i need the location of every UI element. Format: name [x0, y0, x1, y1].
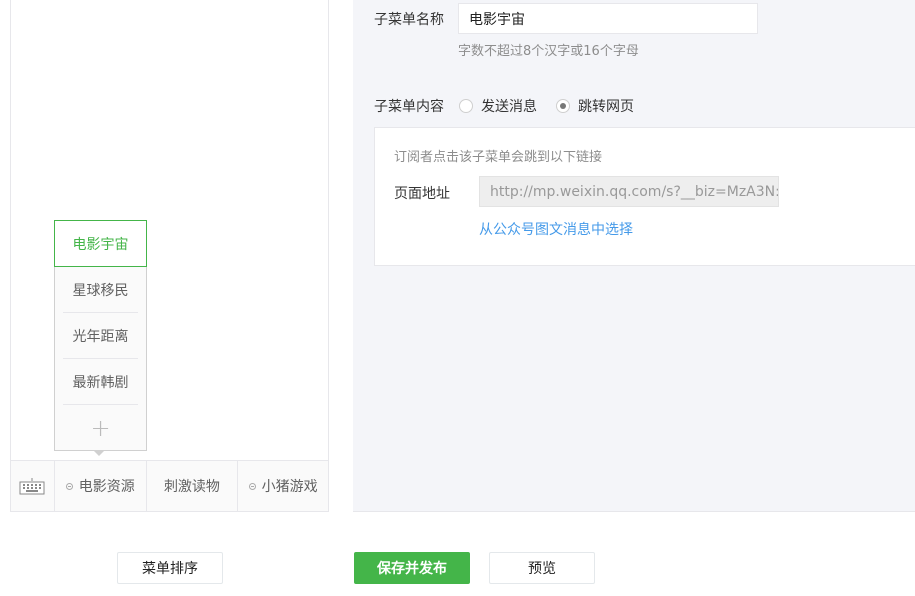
content-label: 子菜单内容: [374, 99, 444, 115]
submenu-item[interactable]: 星球移民: [63, 267, 138, 313]
keyboard-icon: [19, 478, 45, 495]
jump-description: 订阅者点击该子菜单会跳到以下链接: [394, 150, 603, 165]
page-url-input[interactable]: [479, 176, 779, 207]
menu-bar: 电影资源 刺激读物 小猪游戏: [10, 460, 329, 512]
name-label: 子菜单名称: [374, 12, 444, 28]
submenu-item[interactable]: 光年距离: [63, 313, 138, 359]
radio-icon: [459, 99, 473, 113]
submenu-indicator-icon: [248, 482, 256, 490]
radio-jump-page[interactable]: 跳转网页: [556, 96, 634, 116]
choose-article-link[interactable]: 从公众号图文消息中选择: [479, 219, 633, 239]
url-label: 页面地址: [394, 186, 450, 202]
radio-label: 跳转网页: [578, 99, 634, 115]
submenu-item[interactable]: 电影宇宙: [54, 220, 147, 267]
add-submenu-button[interactable]: +: [63, 405, 138, 451]
submenu-item[interactable]: 最新韩剧: [63, 359, 138, 405]
menu-item[interactable]: 电影资源: [55, 461, 147, 511]
plus-icon: +: [90, 414, 111, 442]
name-hint: 字数不超过8个汉字或16个字母: [458, 44, 639, 59]
menu-item[interactable]: 小猪游戏: [238, 461, 328, 511]
radio-checked-icon: [556, 99, 570, 113]
keyboard-button[interactable]: [11, 461, 55, 511]
editor-pointer: [341, 476, 365, 500]
radio-label: 发送消息: [481, 99, 537, 115]
menu-item-label: 小猪游戏: [261, 479, 318, 495]
menu-item-label: 刺激读物: [163, 479, 220, 495]
menu-item-label: 电影资源: [78, 479, 135, 495]
preview-button[interactable]: 预览: [489, 552, 595, 584]
submenu-indicator-icon: [65, 482, 73, 490]
save-publish-button[interactable]: 保存并发布: [354, 552, 470, 584]
menu-item[interactable]: 刺激读物: [147, 461, 239, 511]
submenu-name-input[interactable]: [458, 3, 758, 34]
submenu-list: 电影宇宙 星球移民 光年距离 最新韩剧 +: [54, 220, 147, 451]
radio-send-message[interactable]: 发送消息: [459, 96, 537, 116]
sort-menu-button[interactable]: 菜单排序: [117, 552, 223, 584]
